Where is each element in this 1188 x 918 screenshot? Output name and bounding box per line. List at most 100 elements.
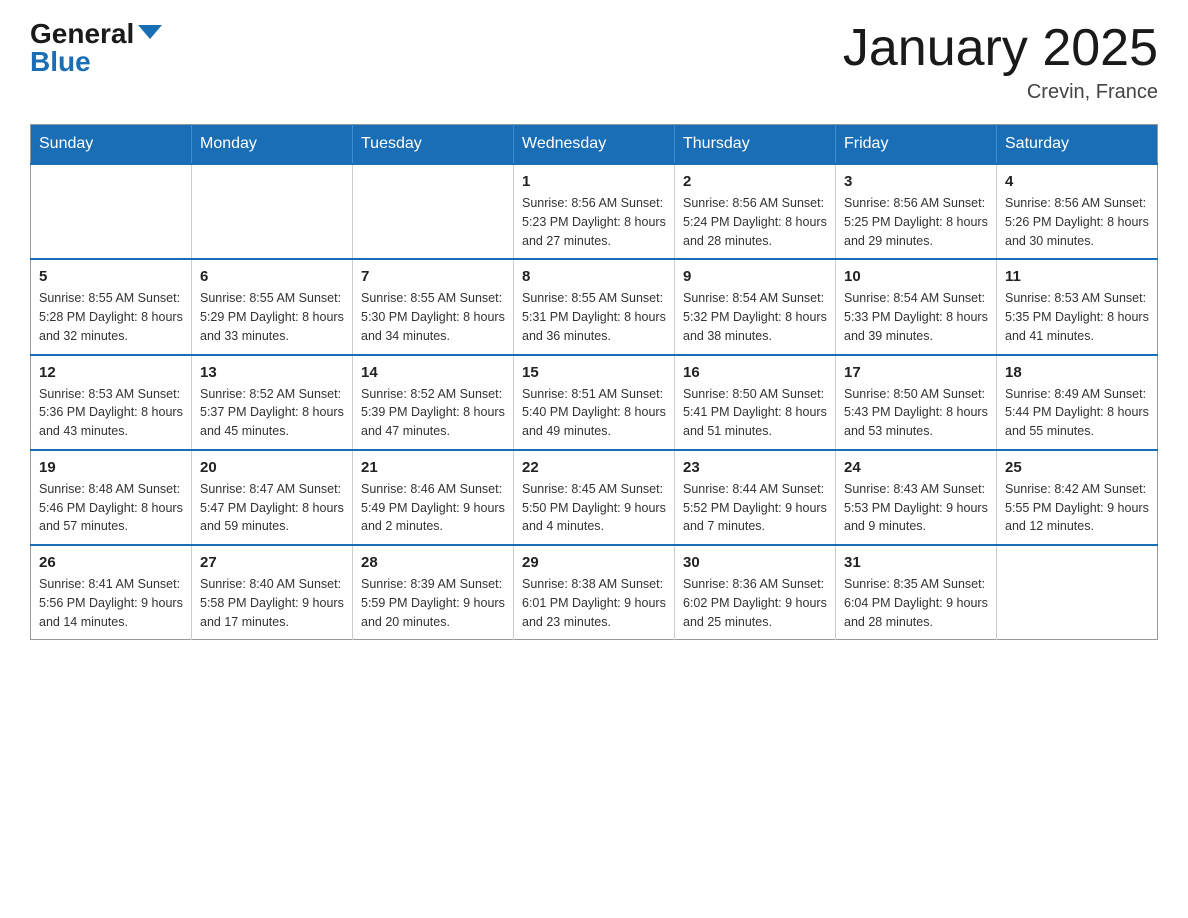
day-number: 1 <box>522 173 666 190</box>
calendar-cell: 11 Sunrise: 8:53 AM Sunset: 5:35 PM Dayli… <box>997 259 1158 354</box>
day-number: 13 <box>200 364 344 381</box>
logo-triangle-icon <box>138 25 162 39</box>
day-number: 10 <box>844 268 988 285</box>
day-info: Sunrise: 8:44 AM Sunset: 5:52 PM Dayligh… <box>683 480 827 536</box>
day-number: 8 <box>522 268 666 285</box>
logo: General Blue <box>30 20 162 76</box>
day-header-sunday: Sunday <box>31 125 192 165</box>
day-info: Sunrise: 8:52 AM Sunset: 5:37 PM Dayligh… <box>200 385 344 441</box>
day-info: Sunrise: 8:50 AM Sunset: 5:43 PM Dayligh… <box>844 385 988 441</box>
calendar-cell: 21 Sunrise: 8:46 AM Sunset: 5:49 PM Dayli… <box>353 450 514 545</box>
day-info: Sunrise: 8:38 AM Sunset: 6:01 PM Dayligh… <box>522 575 666 631</box>
day-info: Sunrise: 8:53 AM Sunset: 5:35 PM Dayligh… <box>1005 289 1149 345</box>
day-info: Sunrise: 8:54 AM Sunset: 5:32 PM Dayligh… <box>683 289 827 345</box>
day-info: Sunrise: 8:51 AM Sunset: 5:40 PM Dayligh… <box>522 385 666 441</box>
calendar-cell: 25 Sunrise: 8:42 AM Sunset: 5:55 PM Dayli… <box>997 450 1158 545</box>
day-info: Sunrise: 8:55 AM Sunset: 5:30 PM Dayligh… <box>361 289 505 345</box>
day-info: Sunrise: 8:55 AM Sunset: 5:28 PM Dayligh… <box>39 289 183 345</box>
calendar-week-4: 19Sunrise: 8:48 AM Sunset: 5:46 PM Dayli… <box>31 450 1158 545</box>
calendar-cell: 20 Sunrise: 8:47 AM Sunset: 5:47 PM Dayli… <box>192 450 353 545</box>
calendar-cell: 26 Sunrise: 8:41 AM Sunset: 5:56 PM Dayli… <box>31 545 192 640</box>
calendar-cell: 23 Sunrise: 8:44 AM Sunset: 5:52 PM Dayli… <box>675 450 836 545</box>
day-info: Sunrise: 8:50 AM Sunset: 5:41 PM Dayligh… <box>683 385 827 441</box>
calendar-cell: 9 Sunrise: 8:54 AM Sunset: 5:32 PM Daylig… <box>675 259 836 354</box>
day-header-wednesday: Wednesday <box>514 125 675 165</box>
calendar-cell: 14 Sunrise: 8:52 AM Sunset: 5:39 PM Dayli… <box>353 355 514 450</box>
day-header-friday: Friday <box>836 125 997 165</box>
day-info: Sunrise: 8:48 AM Sunset: 5:46 PM Dayligh… <box>39 480 183 536</box>
calendar-cell: 24Sunrise: 8:43 AM Sunset: 5:53 PM Dayli… <box>836 450 997 545</box>
day-number: 15 <box>522 364 666 381</box>
day-info: Sunrise: 8:55 AM Sunset: 5:31 PM Dayligh… <box>522 289 666 345</box>
calendar-week-1: 1 Sunrise: 8:56 AM Sunset: 5:23 PM Daylig… <box>31 164 1158 259</box>
day-info: Sunrise: 8:49 AM Sunset: 5:44 PM Dayligh… <box>1005 385 1149 441</box>
day-number: 24 <box>844 459 988 476</box>
calendar-cell: 4 Sunrise: 8:56 AM Sunset: 5:26 PM Daylig… <box>997 164 1158 259</box>
day-number: 11 <box>1005 268 1149 285</box>
calendar-cell: 3 Sunrise: 8:56 AM Sunset: 5:25 PM Daylig… <box>836 164 997 259</box>
calendar-cell: 6 Sunrise: 8:55 AM Sunset: 5:29 PM Daylig… <box>192 259 353 354</box>
day-info: Sunrise: 8:42 AM Sunset: 5:55 PM Dayligh… <box>1005 480 1149 536</box>
day-number: 16 <box>683 364 827 381</box>
day-number: 20 <box>200 459 344 476</box>
calendar-week-5: 26 Sunrise: 8:41 AM Sunset: 5:56 PM Dayli… <box>31 545 1158 640</box>
calendar-cell: 30Sunrise: 8:36 AM Sunset: 6:02 PM Dayli… <box>675 545 836 640</box>
day-number: 3 <box>844 173 988 190</box>
day-header-thursday: Thursday <box>675 125 836 165</box>
calendar-cell: 17 Sunrise: 8:50 AM Sunset: 5:43 PM Dayli… <box>836 355 997 450</box>
page-header: General Blue January 2025 Crevin, France <box>30 20 1158 104</box>
calendar-cell: 29Sunrise: 8:38 AM Sunset: 6:01 PM Dayli… <box>514 545 675 640</box>
day-info: Sunrise: 8:41 AM Sunset: 5:56 PM Dayligh… <box>39 575 183 631</box>
day-number: 18 <box>1005 364 1149 381</box>
day-info: Sunrise: 8:55 AM Sunset: 5:29 PM Dayligh… <box>200 289 344 345</box>
calendar-cell: 10 Sunrise: 8:54 AM Sunset: 5:33 PM Dayli… <box>836 259 997 354</box>
calendar-cell: 28 Sunrise: 8:39 AM Sunset: 5:59 PM Dayli… <box>353 545 514 640</box>
day-number: 14 <box>361 364 505 381</box>
calendar-cell: 7 Sunrise: 8:55 AM Sunset: 5:30 PM Daylig… <box>353 259 514 354</box>
day-info: Sunrise: 8:46 AM Sunset: 5:49 PM Dayligh… <box>361 480 505 536</box>
day-number: 17 <box>844 364 988 381</box>
day-number: 12 <box>39 364 183 381</box>
day-header-monday: Monday <box>192 125 353 165</box>
calendar-header: SundayMondayTuesdayWednesdayThursdayFrid… <box>31 125 1158 165</box>
calendar-table: SundayMondayTuesdayWednesdayThursdayFrid… <box>30 124 1158 640</box>
calendar-cell: 22Sunrise: 8:45 AM Sunset: 5:50 PM Dayli… <box>514 450 675 545</box>
day-number: 25 <box>1005 459 1149 476</box>
calendar-body: 1 Sunrise: 8:56 AM Sunset: 5:23 PM Daylig… <box>31 164 1158 640</box>
day-number: 7 <box>361 268 505 285</box>
day-number: 21 <box>361 459 505 476</box>
calendar-cell: 31Sunrise: 8:35 AM Sunset: 6:04 PM Dayli… <box>836 545 997 640</box>
day-info: Sunrise: 8:39 AM Sunset: 5:59 PM Dayligh… <box>361 575 505 631</box>
day-number: 23 <box>683 459 827 476</box>
calendar-cell: 15 Sunrise: 8:51 AM Sunset: 5:40 PM Dayli… <box>514 355 675 450</box>
day-number: 26 <box>39 554 183 571</box>
page-title: January 2025 <box>843 20 1158 77</box>
day-number: 9 <box>683 268 827 285</box>
day-info: Sunrise: 8:56 AM Sunset: 5:25 PM Dayligh… <box>844 194 988 250</box>
day-header-saturday: Saturday <box>997 125 1158 165</box>
day-info: Sunrise: 8:35 AM Sunset: 6:04 PM Dayligh… <box>844 575 988 631</box>
day-info: Sunrise: 8:52 AM Sunset: 5:39 PM Dayligh… <box>361 385 505 441</box>
location-subtitle: Crevin, France <box>843 81 1158 104</box>
day-number: 5 <box>39 268 183 285</box>
calendar-cell: 1 Sunrise: 8:56 AM Sunset: 5:23 PM Daylig… <box>514 164 675 259</box>
calendar-cell: 13 Sunrise: 8:52 AM Sunset: 5:37 PM Dayli… <box>192 355 353 450</box>
calendar-cell <box>353 164 514 259</box>
day-info: Sunrise: 8:56 AM Sunset: 5:26 PM Dayligh… <box>1005 194 1149 250</box>
day-number: 27 <box>200 554 344 571</box>
calendar-week-3: 12Sunrise: 8:53 AM Sunset: 5:36 PM Dayli… <box>31 355 1158 450</box>
day-info: Sunrise: 8:47 AM Sunset: 5:47 PM Dayligh… <box>200 480 344 536</box>
calendar-cell: 2Sunrise: 8:56 AM Sunset: 5:24 PM Daylig… <box>675 164 836 259</box>
day-number: 4 <box>1005 173 1149 190</box>
days-header-row: SundayMondayTuesdayWednesdayThursdayFrid… <box>31 125 1158 165</box>
day-info: Sunrise: 8:40 AM Sunset: 5:58 PM Dayligh… <box>200 575 344 631</box>
day-info: Sunrise: 8:56 AM Sunset: 5:24 PM Dayligh… <box>683 194 827 250</box>
logo-blue-text: Blue <box>30 46 91 77</box>
day-header-tuesday: Tuesday <box>353 125 514 165</box>
calendar-cell: 19Sunrise: 8:48 AM Sunset: 5:46 PM Dayli… <box>31 450 192 545</box>
day-number: 28 <box>361 554 505 571</box>
day-info: Sunrise: 8:56 AM Sunset: 5:23 PM Dayligh… <box>522 194 666 250</box>
calendar-cell: 16 Sunrise: 8:50 AM Sunset: 5:41 PM Dayli… <box>675 355 836 450</box>
day-number: 6 <box>200 268 344 285</box>
day-info: Sunrise: 8:54 AM Sunset: 5:33 PM Dayligh… <box>844 289 988 345</box>
